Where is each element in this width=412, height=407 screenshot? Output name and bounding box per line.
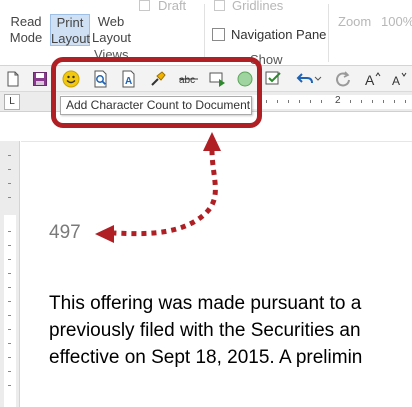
vertical-ruler[interactable] <box>0 141 20 407</box>
read-mode-button[interactable]: Read Mode <box>6 14 46 46</box>
vertical-ruler-tick <box>8 329 11 330</box>
svg-text:A: A <box>365 72 375 88</box>
read-mode-label-line2: Mode <box>9 30 43 45</box>
print-layout-button[interactable]: Print Layout <box>50 14 90 46</box>
vertical-ruler-tick <box>8 197 11 198</box>
web-layout-label-line1: Web <box>97 14 125 29</box>
font-grow-icon[interactable]: A <box>364 70 382 88</box>
ruler-tick <box>266 100 267 103</box>
gridlines-checkbox[interactable] <box>214 0 225 11</box>
read-mode-label-line1: Read <box>10 14 42 29</box>
zoom-100-button[interactable]: 100% <box>381 14 412 29</box>
ruler-tick <box>310 100 311 103</box>
draft-option[interactable]: Draft <box>158 0 186 13</box>
ribbon-separator <box>204 4 205 62</box>
web-layout-label-line2: Layout <box>92 30 132 45</box>
check-icon[interactable] <box>264 70 282 88</box>
body-line: previously filed with the Securities an <box>49 320 361 341</box>
document-body-text[interactable]: This offering was made pursuant to a pre… <box>49 290 412 371</box>
vertical-ruler-tick <box>8 371 11 372</box>
ruler-tick <box>394 100 395 103</box>
navigation-pane-option[interactable]: Navigation Pane <box>212 27 326 42</box>
body-line: This offering was made pursuant to a <box>49 293 362 314</box>
vertical-ruler-tick <box>8 273 11 274</box>
vertical-ruler-tick <box>8 287 11 288</box>
vertical-ruler-tick <box>8 385 11 386</box>
font-shrink-icon[interactable]: A <box>391 70 409 88</box>
body-line: effective on Sept 18, 2015. A prelimin <box>49 347 363 368</box>
vertical-ruler-tick <box>8 343 11 344</box>
ruler-tick <box>350 100 351 103</box>
highlight-callout-box <box>51 57 262 128</box>
ruler-number: 2 <box>335 95 341 106</box>
save-icon[interactable] <box>31 70 49 88</box>
ruler-tick <box>361 100 362 103</box>
vertical-ruler-tick <box>8 357 11 358</box>
vertical-ruler-tick <box>8 245 11 246</box>
document-page[interactable]: 497 This offering was made pursuant to a… <box>21 141 412 407</box>
vertical-ruler-tick <box>8 301 11 302</box>
zoom-button[interactable]: Zoom <box>338 14 371 29</box>
gridlines-label: Gridlines <box>232 0 284 13</box>
vertical-ruler-text-area <box>4 215 16 407</box>
ruler-tick <box>321 100 322 103</box>
ruler-tick <box>405 100 406 103</box>
ruler-tick <box>372 100 373 103</box>
print-layout-label-line1: Print <box>56 15 84 30</box>
tab-selector-icon[interactable]: L <box>4 94 20 110</box>
ruler-tick <box>288 100 289 103</box>
vertical-ruler-tick <box>8 315 11 316</box>
print-layout-label-line2: Layout <box>51 31 91 46</box>
vertical-ruler-tick <box>8 231 11 232</box>
ruler-tick <box>277 100 278 103</box>
vertical-ruler-tick <box>8 259 11 260</box>
navigation-pane-checkbox[interactable] <box>212 28 225 41</box>
draft-icon <box>139 0 150 11</box>
undo-icon[interactable] <box>296 70 314 88</box>
ruler-tick <box>299 100 300 103</box>
ruler-tick <box>383 100 384 103</box>
web-layout-button[interactable]: Web Layout <box>92 14 132 46</box>
new-document-icon[interactable] <box>4 70 22 88</box>
character-count-value: 497 <box>49 222 81 243</box>
ribbon-separator <box>328 4 329 62</box>
undo-dropdown-icon[interactable] <box>314 70 322 88</box>
navigation-pane-label: Navigation Pane <box>231 27 327 42</box>
vertical-ruler-tick <box>8 183 11 184</box>
vertical-ruler-tick <box>8 169 11 170</box>
redo-icon[interactable] <box>334 70 352 88</box>
svg-text:A: A <box>392 74 400 88</box>
vertical-ruler-tick <box>8 155 11 156</box>
